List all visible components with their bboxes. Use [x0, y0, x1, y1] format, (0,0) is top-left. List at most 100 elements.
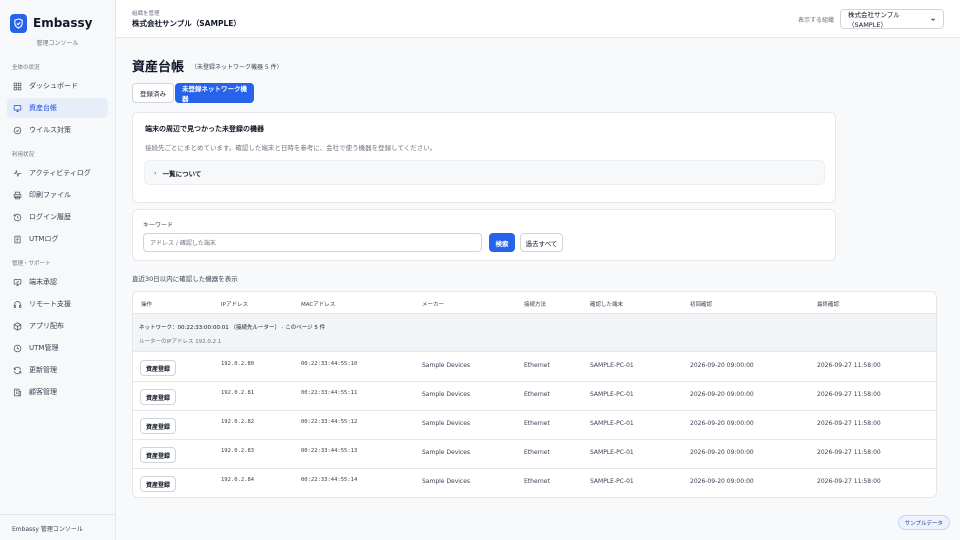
sidebar-item-label: 端末承認 — [29, 278, 57, 286]
search-button[interactable]: 検索 — [489, 233, 515, 252]
first-seen-cell: 2026-09-20 09:00:00 — [690, 449, 754, 456]
first-seen-cell: 2026-09-20 09:00:00 — [690, 420, 754, 427]
sidebar-item-antivirus[interactable]: ウイルス対策 — [7, 120, 108, 140]
info-card-title: 端末の周辺で見つかった未登録の機器 — [145, 125, 264, 133]
last-seen-cell: 2026-09-27 11:58:00 — [817, 478, 881, 485]
keyword-placeholder: アドレス / 確認した端末 — [150, 240, 216, 247]
sidebar-item-customer-management[interactable]: 顧客管理 — [7, 382, 108, 402]
tab-registered[interactable]: 登録済み — [132, 83, 174, 103]
connection-cell: Ethernet — [524, 449, 550, 456]
keyword-label: キーワード — [143, 222, 174, 229]
sidebar-item-label: 更新管理 — [29, 366, 57, 374]
register-asset-button[interactable]: 資産登録 — [140, 447, 177, 463]
sidebar-item-assets[interactable]: 資産台帳 — [7, 98, 108, 118]
last-seen-cell: 2026-09-27 11:58:00 — [817, 391, 881, 398]
ip-cell: 192.0.2.82 — [221, 419, 255, 425]
sidebar-item-login-history[interactable]: ログイン履歴 — [7, 207, 108, 227]
sidebar-item-remote-support[interactable]: リモート支援 — [7, 294, 108, 314]
sidebar-item-label: アクティビティログ — [29, 169, 91, 177]
sidebar-item-label: UTM管理 — [29, 344, 59, 352]
sidebar-item-utm-log[interactable]: UTMログ — [7, 229, 108, 249]
column-header-vendor: メーカー — [422, 302, 445, 308]
sidebar-item-activity-log[interactable]: アクティビティログ — [7, 163, 108, 183]
mac-cell: 00:22:33:44:55:14 — [301, 477, 358, 483]
vendor-cell: Sample Devices — [422, 362, 471, 369]
nav-section-management: 管理・サポート — [12, 261, 51, 267]
sidebar-item-dashboard[interactable]: ダッシュボード — [7, 76, 108, 96]
register-asset-button[interactable]: 資産登録 — [140, 360, 177, 376]
sidebar-item-label: アプリ配布 — [29, 322, 64, 330]
vendor-cell: Sample Devices — [422, 478, 471, 485]
connection-cell: Ethernet — [524, 420, 550, 427]
page-title: 資産台帳 — [132, 60, 185, 75]
refresh-icon — [13, 366, 22, 374]
sample-data-badge: サンプルデータ — [897, 515, 950, 530]
router-icon — [13, 344, 22, 352]
headset-icon — [13, 300, 22, 308]
column-header-first-seen: 初回確認 — [690, 302, 713, 308]
column-header-action: 操作 — [141, 302, 153, 308]
accordion-label: 一覧について — [162, 169, 202, 178]
network-group-title: ネットワーク：00:22:33:00:00:01 （接続先ルーター） · このペ… — [139, 325, 326, 331]
sidebar-item-print-files[interactable]: 印刷ファイル — [7, 185, 108, 205]
shield-logo-icon — [10, 13, 27, 33]
last-seen-cell: 2026-09-27 11:58:00 — [817, 420, 881, 427]
tab-unregistered-network-devices[interactable]: 未登録ネットワーク機器 — [175, 83, 254, 103]
chevron-right-icon: › — [154, 168, 157, 177]
printer-icon — [13, 191, 22, 199]
terminal-cell: SAMPLE-PC-01 — [590, 449, 634, 456]
ip-cell: 192.0.2.81 — [221, 390, 255, 396]
grid-icon — [13, 82, 22, 90]
building-icon — [14, 388, 21, 396]
column-header-connection: 接続方法 — [524, 302, 547, 308]
mac-cell: 00:22:33:44:55:11 — [301, 390, 358, 396]
org-select-label: 表示する組織 — [797, 17, 834, 24]
activity-icon — [13, 169, 22, 177]
org-label: 組織を管理 — [132, 11, 160, 17]
nav-section-overview: 全体の状況 — [12, 65, 40, 71]
sidebar-item-app-distribution[interactable]: アプリ配布 — [7, 316, 108, 336]
last-seen-cell: 2026-09-27 11:58:00 — [817, 362, 881, 369]
devices-table: 操作 IPアドレス MACアドレス メーカー 接続方法 確認した端末 初回確認 … — [132, 291, 937, 498]
document-icon — [14, 235, 21, 243]
sidebar-item-label: ログイン履歴 — [29, 213, 71, 221]
sidebar-item-device-approval[interactable]: 端末承認 — [7, 272, 108, 292]
sidebar-item-label: UTMログ — [29, 235, 59, 243]
terminal-cell: SAMPLE-PC-01 — [590, 478, 634, 485]
column-header-mac: MACアドレス — [301, 302, 336, 308]
sidebar-item-update-management[interactable]: 更新管理 — [7, 360, 108, 380]
keyword-input[interactable]: アドレス / 確認した端末 — [143, 233, 482, 252]
network-group-row: ネットワーク：00:22:33:00:00:01 （接続先ルーター） · このペ… — [133, 314, 936, 352]
mac-cell: 00:22:33:44:55:10 — [301, 361, 358, 367]
sidebar-item-utm-management[interactable]: UTM管理 — [7, 338, 108, 358]
org-select[interactable]: 株式会社サンプル（SAMPLE） — [840, 9, 944, 29]
history-icon — [13, 213, 22, 221]
about-list-accordion[interactable]: › 一覧について — [144, 160, 825, 185]
register-asset-button[interactable]: 資産登録 — [140, 476, 177, 492]
sidebar-item-label: 印刷ファイル — [29, 191, 71, 199]
table-row: 資産登録 192.0.2.82 00:22:33:44:55:12 Sample De… — [133, 411, 936, 440]
brand[interactable]: Embassy — [0, 0, 115, 34]
main-content: 資産台帳 （未登録ネットワーク機器 5 件） 登録済み 未登録ネットワーク機器 … — [116, 38, 960, 540]
sidebar-item-label: 資産台帳 — [29, 104, 57, 112]
vendor-cell: Sample Devices — [422, 391, 471, 398]
register-asset-button[interactable]: 資産登録 — [140, 389, 177, 405]
topbar: 組織を管理 株式会社サンプル（SAMPLE） 表示する組織 株式会社サンプル（S… — [116, 0, 960, 38]
terminal-cell: SAMPLE-PC-01 — [590, 391, 634, 398]
first-seen-cell: 2026-09-20 09:00:00 — [690, 478, 754, 485]
sidebar-item-label: 顧客管理 — [29, 388, 57, 396]
column-header-terminal: 確認した端末 — [590, 302, 624, 308]
info-card: 端末の周辺で見つかった未登録の機器 接続先ごとにまとめています。確認した端末と日… — [132, 112, 836, 203]
network-group-router-ip: ルーターのIPアドレス 192.0.2.1 — [139, 339, 222, 345]
sidebar-item-label: ダッシュボード — [29, 82, 78, 90]
package-icon — [13, 321, 22, 331]
ip-cell: 192.0.2.80 — [221, 361, 255, 367]
connection-cell: Ethernet — [524, 391, 550, 398]
register-asset-button[interactable]: 資産登録 — [140, 418, 177, 434]
table-row: 資産登録 192.0.2.84 00:22:33:44:55:14 Sample De… — [133, 469, 936, 497]
connection-cell: Ethernet — [524, 362, 550, 369]
past-all-button[interactable]: 過去すべて — [520, 233, 563, 252]
mac-cell: 00:22:33:44:55:12 — [301, 419, 358, 425]
last-seen-cell: 2026-09-27 11:58:00 — [817, 449, 881, 456]
table-row: 資産登録 192.0.2.80 00:22:33:44:55:10 Sample De… — [133, 353, 936, 382]
